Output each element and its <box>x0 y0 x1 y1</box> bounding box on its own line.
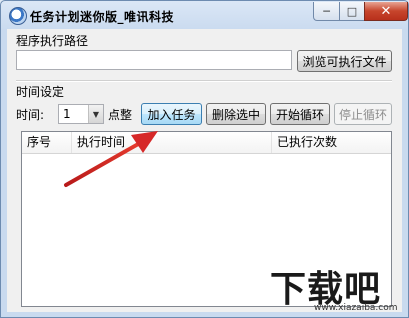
arrow-head-icon <box>131 131 158 153</box>
watermark-url: www.xiazaiba.com <box>314 303 398 313</box>
watermark-logo: 下载吧 www.xiazaiba.com <box>266 258 406 316</box>
